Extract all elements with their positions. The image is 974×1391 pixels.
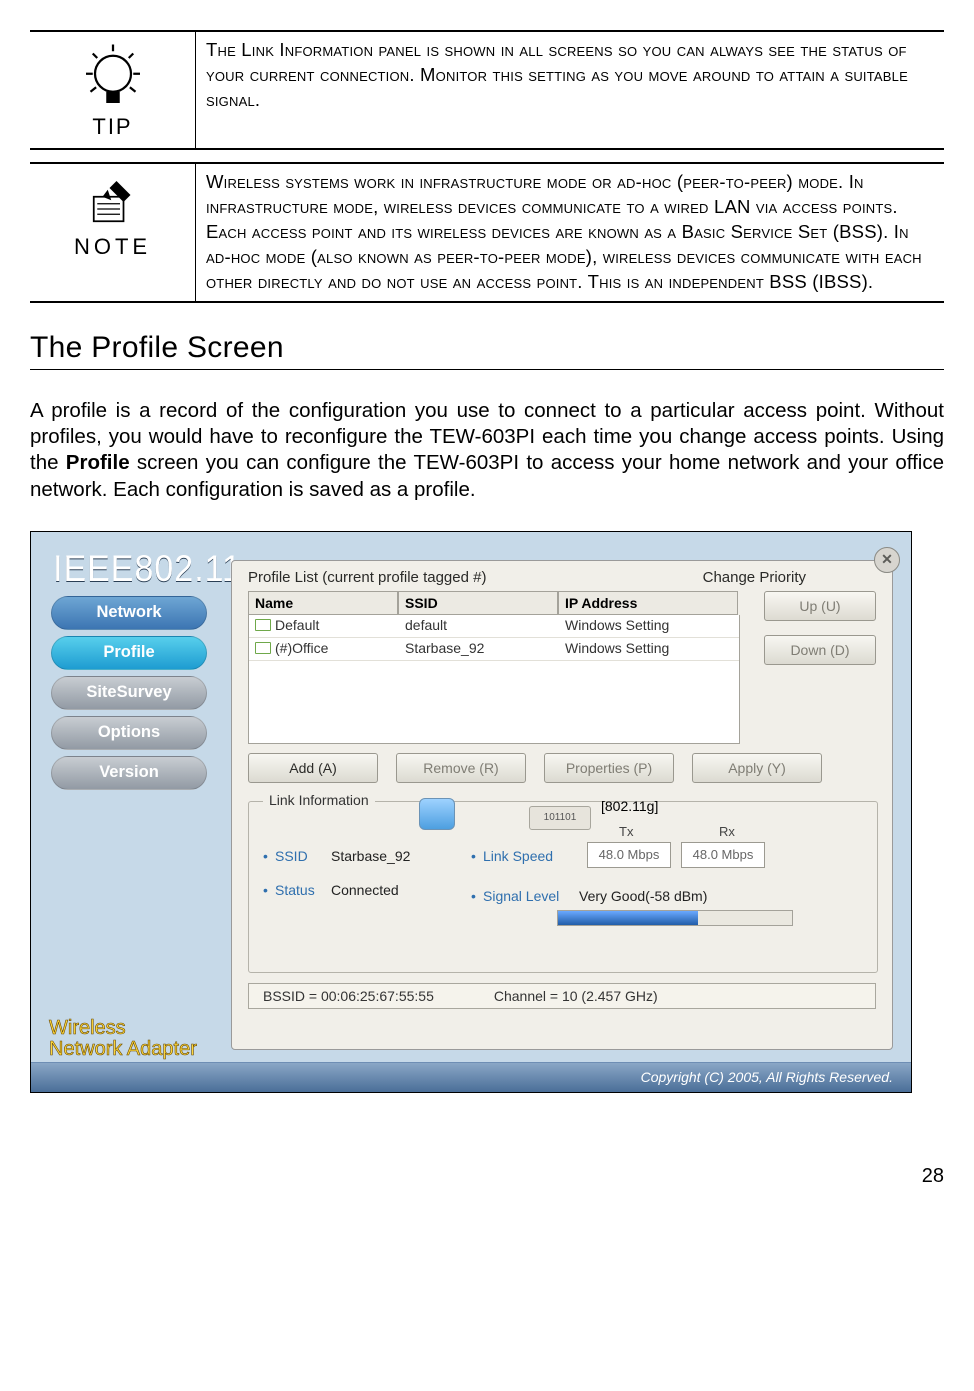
cell-name: Default xyxy=(275,617,319,633)
signal-value: Very Good(-58 dBm) xyxy=(579,888,707,904)
adapter-card-icon: 101101 xyxy=(529,806,591,830)
ssid-value: Starbase_92 xyxy=(331,848,410,864)
tip-label: TIP xyxy=(92,114,132,140)
note-icon-col: NOTE xyxy=(30,164,196,301)
signal-label: Signal Level xyxy=(483,888,559,904)
para-bold: Profile xyxy=(66,451,130,474)
table-row[interactable]: Default default Windows Setting xyxy=(249,615,739,638)
close-icon[interactable]: ✕ xyxy=(874,547,900,573)
tx-value: 48.0 Mbps xyxy=(587,842,671,868)
note-text: Wireless systems work in infrastructure … xyxy=(196,164,944,301)
adapter-label-l2: Network Adapter xyxy=(49,1038,197,1060)
rx-value: 48.0 Mbps xyxy=(681,842,765,868)
sidebar-item-profile[interactable]: Profile xyxy=(51,636,207,670)
table-row[interactable]: (#)Office Starbase_92 Windows Setting xyxy=(249,638,739,661)
tip-icon-col: TIP xyxy=(30,32,196,148)
ssid-label: SSID xyxy=(275,848,308,864)
section-heading: The Profile Screen xyxy=(30,331,944,365)
profile-screenshot: IEEE802.11 Network Profile SiteSurvey Op… xyxy=(30,531,912,1093)
change-priority-label: Change Priority xyxy=(703,569,806,586)
linkspeed-label: Link Speed xyxy=(483,848,553,864)
down-button[interactable]: Down (D) xyxy=(764,635,876,665)
col-ssid[interactable]: SSID xyxy=(398,591,558,615)
wireless-mode: [802.11g] xyxy=(601,798,658,814)
status-label: Status xyxy=(275,882,315,898)
profile-list-caption: Profile List (current profile tagged #) xyxy=(248,569,486,586)
adapter-label-l1: Wireless xyxy=(49,1017,126,1039)
up-button[interactable]: Up (U) xyxy=(764,591,876,621)
sidebar: Network Profile SiteSurvey Options Versi… xyxy=(51,596,207,790)
rx-header: Rx xyxy=(719,824,735,839)
tip-callout: TIP The Link Information panel is shown … xyxy=(30,30,944,150)
apply-button[interactable]: Apply (Y) xyxy=(692,753,822,783)
note-callout: NOTE Wireless systems work in infrastruc… xyxy=(30,162,944,303)
profile-icon xyxy=(255,642,271,654)
add-button[interactable]: Add (A) xyxy=(248,753,378,783)
cell-name: (#)Office xyxy=(275,640,328,656)
link-info-legend: Link Information xyxy=(263,792,375,808)
pencil-note-icon xyxy=(85,172,141,232)
signal-bar xyxy=(557,910,793,926)
app-logo: IEEE802.11 xyxy=(53,548,242,591)
signal-bar-fill xyxy=(558,911,698,925)
tip-text: The Link Information panel is shown in a… xyxy=(196,32,944,148)
copyright-bar: Copyright (C) 2005, All Rights Reserved. xyxy=(31,1062,911,1092)
priority-buttons: Up (U) Down (D) xyxy=(764,591,876,665)
sidebar-item-options[interactable]: Options xyxy=(51,716,207,750)
col-name[interactable]: Name xyxy=(248,591,398,615)
properties-button[interactable]: Properties (P) xyxy=(544,753,674,783)
bssid-channel-row: BSSID = 00:06:25:67:55:55 Channel = 10 (… xyxy=(248,983,876,1009)
sidebar-item-version[interactable]: Version xyxy=(51,756,207,790)
adapter-label: Wireless Network Adapter xyxy=(49,1018,197,1060)
section-rule xyxy=(30,369,944,370)
link-info-fieldset: Link Information 101101 [802.11g] • SSID… xyxy=(248,801,878,973)
col-ip[interactable]: IP Address xyxy=(558,591,738,615)
bssid-value: BSSID = 00:06:25:67:55:55 xyxy=(263,988,434,1004)
tx-header: Tx xyxy=(619,824,633,839)
sidebar-item-network[interactable]: Network xyxy=(51,596,207,630)
sidebar-item-sitesurvey[interactable]: SiteSurvey xyxy=(51,676,207,710)
profile-table-header: Name SSID IP Address xyxy=(248,591,738,615)
profile-paragraph: A profile is a record of the configurati… xyxy=(30,398,944,503)
cell-ip: Windows Setting xyxy=(559,615,739,637)
profile-icon xyxy=(255,619,271,631)
globe-icon xyxy=(419,798,455,830)
note-label: NOTE xyxy=(74,234,151,260)
lightbulb-icon xyxy=(77,40,149,112)
profile-table-body[interactable]: Default default Windows Setting (#)Offic… xyxy=(248,615,740,744)
cell-ssid: default xyxy=(399,615,559,637)
para-part-b: screen you can configure the TEW-603PI t… xyxy=(30,451,944,500)
status-value: Connected xyxy=(331,882,399,898)
profile-button-row: Add (A) Remove (R) Properties (P) Apply … xyxy=(248,753,822,783)
cell-ssid: Starbase_92 xyxy=(399,638,559,660)
profile-panel: ✕ Profile List (current profile tagged #… xyxy=(231,560,893,1050)
remove-button[interactable]: Remove (R) xyxy=(396,753,526,783)
cell-ip: Windows Setting xyxy=(559,638,739,660)
channel-value: Channel = 10 (2.457 GHz) xyxy=(494,988,658,1004)
page-number: 28 xyxy=(30,1165,944,1188)
